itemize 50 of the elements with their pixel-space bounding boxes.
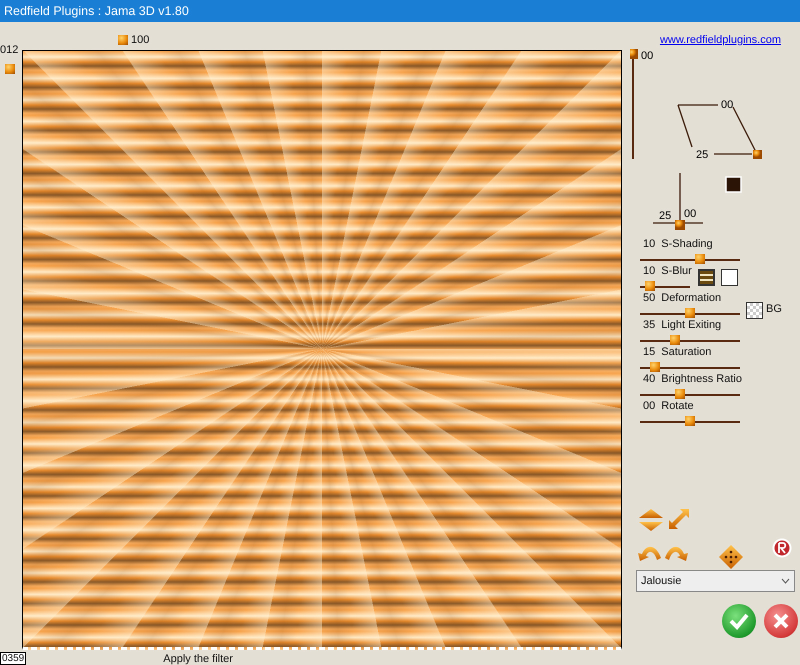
color-swatch[interactable] — [725, 176, 742, 192]
slider-thumb[interactable] — [695, 254, 705, 264]
slider-thumb[interactable] — [685, 308, 695, 318]
counter-field: 0359 — [0, 652, 26, 665]
slider-value: 35 — [643, 318, 656, 330]
flip-vertical-icon[interactable] — [638, 508, 664, 532]
close-icon — [772, 612, 790, 630]
slider-value: 10 — [643, 238, 656, 250]
slider-label: Saturation — [661, 346, 712, 358]
cross-control[interactable] — [652, 172, 704, 230]
background-label: BG — [766, 302, 782, 314]
slider-thumb[interactable] — [5, 64, 15, 74]
slider-value: 50 — [643, 292, 656, 304]
parallelogram-value: 25 — [696, 148, 708, 160]
reset-icon[interactable] — [772, 538, 792, 558]
vertical-slider[interactable] — [630, 48, 638, 158]
ok-button[interactable] — [722, 604, 756, 638]
slider-label: S-Shading — [661, 238, 713, 250]
slider-thumb[interactable] — [675, 388, 685, 398]
diagonal-arrow-icon[interactable] — [668, 508, 690, 530]
slider-label: Rotate — [661, 400, 694, 412]
slider-thumb[interactable] — [650, 362, 660, 372]
slider-label: Light Exiting — [661, 318, 722, 330]
cross-value: 00 — [684, 208, 696, 220]
slider-thumb[interactable] — [685, 416, 695, 426]
chevron-down-icon — [781, 578, 790, 584]
slider-value: 100 — [131, 34, 150, 46]
website-link[interactable]: www.redfieldplugins.com — [660, 32, 781, 48]
slider-label: S-Blur — [661, 264, 692, 276]
checkmark-icon — [729, 612, 749, 630]
slider-value: 10 — [643, 264, 656, 276]
parallelogram-value: 00 — [721, 98, 734, 110]
status-hint: Apply the filter — [163, 653, 233, 665]
transparency-swatch — [746, 302, 763, 318]
slider-value: 00 — [641, 50, 654, 62]
window-title: Redfield Plugins : Jama 3D v1.80 — [0, 0, 800, 22]
slider-label: Deformation — [661, 292, 722, 304]
move-diamond-icon[interactable] — [718, 544, 744, 570]
effect-dropdown[interactable]: Jalousie — [636, 570, 795, 592]
slider-value: 012 — [0, 44, 18, 56]
slider-value: 00 — [643, 400, 656, 412]
slider-value: 15 — [643, 346, 656, 358]
slider-thumb[interactable] — [645, 280, 655, 290]
pattern-swatch — [698, 268, 715, 286]
slider-label: Brightness Ratio — [661, 372, 742, 384]
slider-value: 40 — [643, 372, 656, 384]
slider-thumb[interactable] — [670, 334, 680, 344]
slider-thumb[interactable] — [118, 35, 128, 45]
cross-value: 25 — [659, 210, 672, 222]
cancel-button[interactable] — [764, 604, 798, 638]
